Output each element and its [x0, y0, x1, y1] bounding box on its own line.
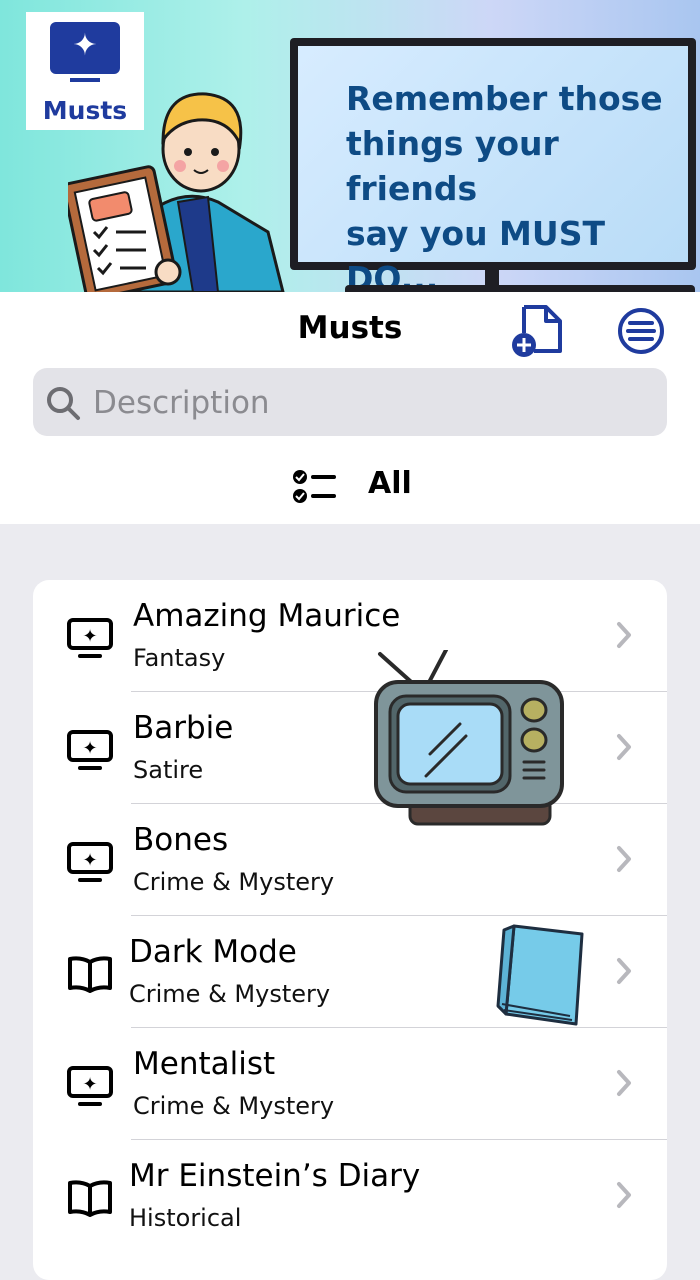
- list-item[interactable]: ✦ Barbie Satire: [33, 692, 667, 804]
- list-item[interactable]: Mr Einstein’s Diary Historical: [33, 1140, 667, 1252]
- svg-text:✦: ✦: [82, 1074, 97, 1095]
- sparkle-icon: ✦: [72, 28, 98, 63]
- item-genre: Crime & Mystery: [129, 980, 331, 1008]
- filter-selector[interactable]: All: [0, 462, 700, 512]
- svg-text:✦: ✦: [82, 626, 97, 647]
- item-genre: Satire: [133, 756, 204, 784]
- item-genre: Crime & Mystery: [133, 868, 335, 896]
- search-icon: [47, 387, 80, 420]
- item-title: Bones: [133, 822, 229, 858]
- item-genre: Historical: [129, 1204, 242, 1232]
- chevron-right-icon: [617, 1070, 631, 1096]
- banner-slogan: Remember those things your friends say y…: [346, 79, 663, 292]
- page-title: Musts: [297, 310, 403, 346]
- item-title: Barbie: [133, 710, 234, 746]
- retro-tv-illustration: [374, 650, 564, 826]
- svg-text:✦: ✦: [82, 738, 97, 759]
- chevron-right-icon: [617, 734, 631, 760]
- chevron-right-icon: [617, 958, 631, 984]
- monitor-sparkle-icon: ✦: [67, 1066, 113, 1106]
- svg-text:✦: ✦: [82, 850, 97, 871]
- item-title: Dark Mode: [129, 934, 297, 970]
- blue-book-illustration: [496, 924, 584, 1026]
- item-title: Mentalist: [133, 1046, 276, 1082]
- menu-icon[interactable]: [616, 306, 666, 356]
- list-item[interactable]: ✦ Bones Crime & Mystery: [33, 804, 667, 916]
- filter-label: All: [368, 466, 412, 501]
- hero-banner: ✦ Musts Remember those things your frien…: [0, 0, 700, 292]
- book-icon: [68, 956, 112, 993]
- book-icon: [68, 1180, 112, 1217]
- list-item[interactable]: ✦ Mentalist Crime & Mystery: [33, 1028, 667, 1140]
- new-document-icon[interactable]: [510, 303, 566, 359]
- item-genre: Crime & Mystery: [133, 1092, 335, 1120]
- monitor-sparkle-icon: ✦: [67, 730, 113, 770]
- chevron-right-icon: [617, 1182, 631, 1208]
- item-title: Mr Einstein’s Diary: [129, 1158, 421, 1194]
- item-title: Amazing Maurice: [133, 598, 401, 634]
- item-genre: Fantasy: [133, 644, 226, 672]
- checklist-icon: [293, 470, 336, 503]
- list-item[interactable]: ✦ Amazing Maurice Fantasy: [33, 580, 667, 692]
- chevron-right-icon: [617, 846, 631, 872]
- person-with-clipboard-illustration: [68, 92, 285, 292]
- search-input[interactable]: [91, 376, 655, 430]
- search-bar[interactable]: [33, 368, 667, 436]
- chevron-right-icon: [617, 622, 631, 648]
- monitor-illustration: Remember those things your friends say y…: [290, 38, 696, 292]
- monitor-sparkle-icon: ✦: [67, 618, 113, 658]
- monitor-sparkle-icon: ✦: [67, 842, 113, 882]
